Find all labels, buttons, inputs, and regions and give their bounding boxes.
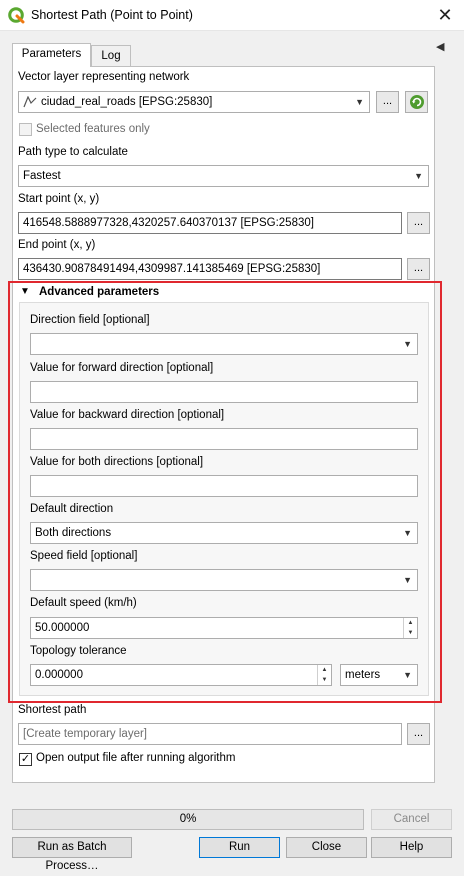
qgis-logo-icon	[8, 7, 25, 24]
iterate-icon	[409, 95, 424, 109]
path-type-value: Fastest	[23, 170, 61, 182]
start-point-input[interactable]: 416548.5888977328,4320257.640370137 [EPS…	[18, 212, 402, 234]
help-button[interactable]: Help	[371, 837, 452, 858]
close-button[interactable]: Close	[286, 837, 367, 858]
selected-features-checkbox[interactable]	[19, 123, 32, 136]
start-point-pick-button[interactable]: ...	[407, 212, 430, 234]
line-layer-icon	[23, 96, 37, 108]
chevron-down-icon: ▼	[414, 171, 423, 181]
network-layer-combo[interactable]: ciudad_real_roads [EPSG:25830] ▼	[18, 91, 370, 113]
network-layer-value: ciudad_real_roads [EPSG:25830]	[41, 96, 213, 108]
open-output-label: Open output file after running algorithm	[36, 752, 236, 764]
open-output-checkbox[interactable]: ✓	[19, 753, 32, 766]
end-point-label: End point (x, y)	[18, 239, 96, 251]
tab-parameters[interactable]: Parameters	[12, 43, 91, 67]
close-window-button[interactable]: ✕	[430, 2, 460, 28]
selected-features-label: Selected features only	[36, 123, 150, 135]
network-label: Vector layer representing network	[18, 71, 190, 83]
shortest-path-label: Shortest path	[18, 704, 87, 716]
run-batch-button[interactable]: Run as Batch Process…	[12, 837, 132, 872]
run-button[interactable]: Run	[199, 837, 280, 858]
tab-log[interactable]: Log	[91, 45, 131, 67]
title-bar: Shortest Path (Point to Point) ✕	[0, 0, 464, 31]
end-point-input[interactable]: 436430.90878491494,4309987.141385469 [EP…	[18, 258, 402, 280]
cancel-button[interactable]: Cancel	[371, 809, 452, 830]
end-point-pick-button[interactable]: ...	[407, 258, 430, 280]
start-point-label: Start point (x, y)	[18, 193, 100, 205]
iterate-button[interactable]	[405, 91, 428, 113]
output-browse-button[interactable]: ...	[407, 723, 430, 745]
path-type-label: Path type to calculate	[18, 146, 128, 158]
chevron-down-icon: ▼	[355, 97, 364, 107]
panel-collapse-icon[interactable]: ◀	[436, 40, 446, 54]
highlight-frame	[8, 281, 442, 703]
path-type-combo[interactable]: Fastest ▼	[18, 165, 429, 187]
progress-bar: 0%	[12, 809, 364, 830]
network-browse-button[interactable]: ...	[376, 91, 399, 113]
shortest-path-output-input[interactable]: [Create temporary layer]	[18, 723, 402, 745]
progress-text: 0%	[179, 813, 197, 825]
window-title: Shortest Path (Point to Point)	[31, 8, 193, 22]
